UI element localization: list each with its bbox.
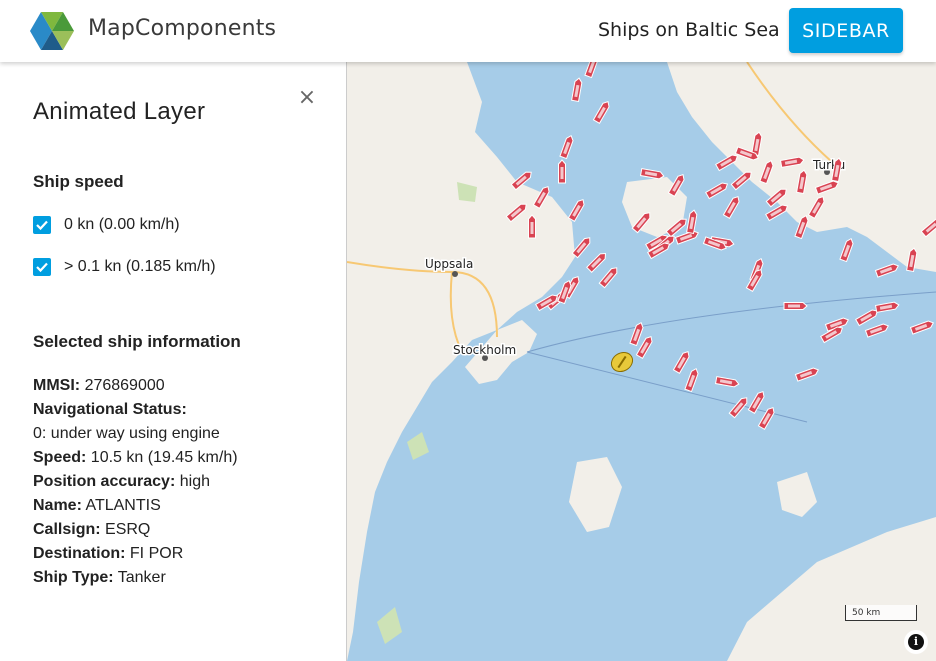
checkbox-checked-icon[interactable] [33,258,51,276]
land-island-east [777,472,817,517]
info-label: Position accuracy: [33,473,176,490]
land-gotland [569,457,622,532]
ship-marker[interactable] [571,236,592,259]
ship-marker[interactable] [909,320,934,335]
info-callsign: Callsign: ESRQ [33,518,238,542]
close-icon[interactable]: × [296,87,318,109]
info-nav-status: Navigational Status: [33,398,238,422]
ship-marker[interactable] [874,301,900,313]
ship-marker[interactable] [528,214,536,239]
ship-marker[interactable] [794,367,819,382]
ship-marker[interactable] [705,181,729,200]
selected-ship-heading: Selected ship information [33,332,241,351]
mapcomponents-logo-icon [30,12,74,50]
info-ship-type: Ship Type: Tanker [33,566,238,590]
panel-title: Animated Layer [33,98,206,125]
ship-marker[interactable] [714,376,740,388]
map-view[interactable]: Uppsala Stockholm Turku 50 km i [347,62,936,661]
brand-name: MapComponents [88,16,277,41]
ship-marker[interactable] [686,209,698,235]
info-destination: Destination: FI POR [33,542,238,566]
ship-marker[interactable] [874,263,899,278]
park-area [377,607,402,644]
info-value: ATLANTIS [85,497,161,514]
checkbox-checked-icon[interactable] [33,216,51,234]
map-scale: 50 km [845,605,917,621]
ship-marker[interactable] [684,368,699,393]
ship-marker[interactable] [757,406,776,430]
ship-info-list: MMSI: 276869000 Navigational Status: 0: … [33,374,238,590]
ship-marker[interactable] [571,77,583,103]
app-header: MapComponents Ships on Baltic Sea SIDEBA… [0,0,936,62]
place-label-uppsala: Uppsala [425,257,473,271]
info-speed: Speed: 10.5 kn (19.45 km/h) [33,446,238,470]
info-icon: i [908,634,924,650]
speed-option-label: 0 kn (0.00 km/h) [64,216,180,233]
info-label: MMSI: [33,377,81,394]
place-label-stockholm: Stockholm [453,343,516,357]
park-area [407,432,429,460]
speed-option-stationary[interactable]: 0 kn (0.00 km/h) [33,213,180,237]
info-value: 276869000 [84,377,165,394]
ship-marker[interactable] [864,323,889,338]
selected-ship-marker[interactable] [608,349,636,376]
sidebar-toggle-button[interactable]: SIDEBAR [789,8,903,53]
info-name: Name: ATLANTIS [33,494,238,518]
info-position-accuracy: Position accuracy: high [33,470,238,494]
info-label: Callsign: [33,521,101,538]
ship-marker[interactable] [783,302,808,310]
map-canvas[interactable]: Uppsala Stockholm Turku [347,62,936,661]
info-label: Destination: [33,545,126,562]
info-label: Speed: [33,449,87,466]
ship-marker[interactable] [672,350,691,374]
ship-marker[interactable] [558,159,566,184]
ship-marker[interactable] [567,198,586,222]
info-value: 10.5 kn (19.45 km/h) [90,449,238,466]
city-dot [452,271,458,277]
info-label: Ship Type: [33,569,114,586]
info-nav-status-value: 0: under way using engine [33,425,220,442]
info-label: Navigational Status: [33,401,187,418]
land-sweden [347,62,575,661]
speed-option-label: > 0.1 kn (0.185 km/h) [64,258,216,275]
ship-speed-heading: Ship speed [33,172,124,191]
ship-marker[interactable] [559,135,574,160]
speed-option-moving[interactable]: > 0.1 kn (0.185 km/h) [33,255,216,279]
ship-marker[interactable] [722,195,741,219]
attribution-button[interactable]: i [904,630,928,654]
ship-marker[interactable] [855,308,879,327]
info-value: high [179,473,210,490]
info-value: ESRQ [105,521,151,538]
ferry-route [526,351,808,423]
ship-marker[interactable] [639,168,665,180]
ship-marker[interactable] [586,251,608,273]
app-title: Ships on Baltic Sea [598,19,780,41]
ship-marker[interactable] [592,100,611,124]
info-value: Tanker [117,569,166,586]
ferry-route [526,291,936,353]
ship-marker[interactable] [839,238,854,263]
ship-marker[interactable] [598,266,619,289]
ship-marker[interactable] [629,322,644,347]
info-mmsi: MMSI: 276869000 [33,374,238,398]
info-value: FI POR [129,545,184,562]
ship-marker[interactable] [584,62,599,79]
sidebar-panel: Animated Layer × Ship speed 0 kn (0.00 k… [0,62,347,661]
info-label: Name: [33,497,82,514]
